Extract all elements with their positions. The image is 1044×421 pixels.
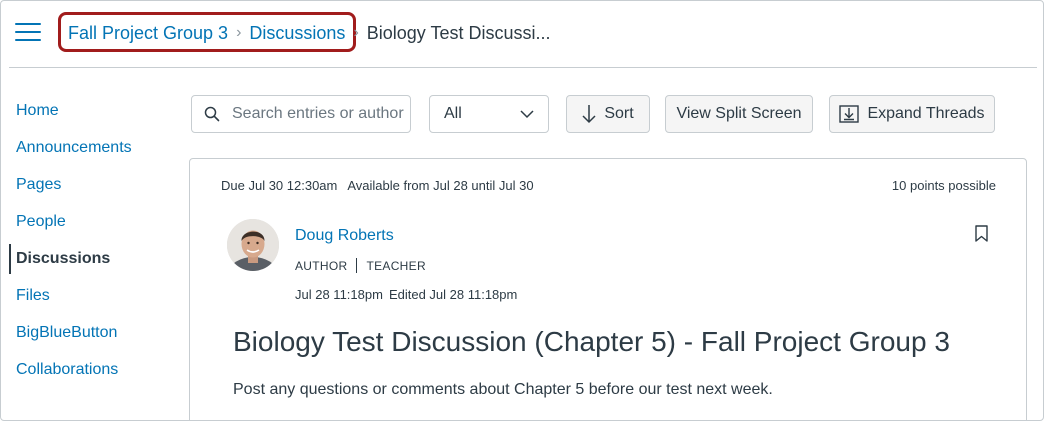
breadcrumb-discussions-link[interactable]: Discussions: [249, 23, 345, 44]
breadcrumb-current: Biology Test Discussi...: [366, 22, 551, 43]
sort-button[interactable]: Sort: [566, 95, 650, 133]
sidebar-item-files[interactable]: Files: [1, 281, 171, 318]
expand-icon: [839, 105, 860, 123]
sidebar-item-collaborations[interactable]: Collaborations: [1, 355, 171, 392]
sidebar-item-bigbluebutton[interactable]: BigBlueButton: [1, 318, 171, 355]
sidebar-item-announcements[interactable]: Announcements: [1, 133, 171, 170]
points-possible: 10 points possible: [891, 178, 996, 193]
role-teacher: TEACHER: [366, 258, 426, 273]
breadcrumb-course-link[interactable]: Fall Project Group 3: [68, 23, 228, 44]
sidebar-item-pages[interactable]: Pages: [1, 170, 171, 207]
top-header: Fall Project Group 3 › Discussions › Bio…: [1, 1, 1043, 67]
avatar[interactable]: [227, 219, 279, 271]
chevron-down-icon: [520, 110, 534, 119]
role-author: AUTHOR: [295, 258, 348, 273]
view-split-screen-button[interactable]: View Split Screen: [665, 95, 813, 133]
filter-select-value: All: [444, 105, 462, 122]
expand-threads-label: Expand Threads: [867, 105, 985, 122]
search-input[interactable]: [230, 104, 409, 124]
breadcrumb: Fall Project Group 3 › Discussions › Bio…: [68, 21, 551, 45]
sort-button-label: Sort: [604, 105, 634, 122]
hamburger-menu-icon[interactable]: [15, 23, 41, 43]
sidebar-item-people[interactable]: People: [1, 207, 171, 244]
search-icon: [204, 106, 220, 122]
search-field[interactable]: [191, 95, 411, 133]
filter-select[interactable]: All: [429, 95, 549, 133]
header-divider: [9, 67, 1037, 68]
posted-date: Jul 28 11:18pm: [295, 287, 383, 302]
author-name-link[interactable]: Doug Roberts: [295, 227, 394, 245]
post-timestamps: Jul 28 11:18pm Edited Jul 28 11:18pm: [295, 287, 517, 302]
edited-date: Edited Jul 28 11:18pm: [388, 287, 518, 302]
topic-availability: Due Jul 30 12:30am Available from Jul 28 …: [221, 178, 534, 193]
author-avatar-image: [227, 219, 279, 271]
topic-message: Post any questions or comments about Cha…: [233, 381, 773, 398]
bookmark-icon[interactable]: [975, 225, 988, 242]
author-roles: AUTHOR TEACHER: [295, 258, 426, 273]
breadcrumb-separator-icon: ›: [353, 24, 359, 41]
breadcrumb-separator-icon: ›: [236, 24, 242, 41]
topic-title: Biology Test Discussion (Chapter 5) - Fa…: [233, 326, 950, 357]
due-date: Due Jul 30 12:30am: [221, 178, 338, 193]
view-split-screen-label: View Split Screen: [676, 105, 802, 122]
app-window: Fall Project Group 3 › Discussions › Bio…: [0, 0, 1044, 421]
sidebar-item-discussions[interactable]: Discussions: [1, 244, 171, 281]
course-navigation: Home Announcements Pages People Discussi…: [1, 96, 171, 392]
expand-threads-button[interactable]: Expand Threads: [829, 95, 995, 133]
arrow-down-icon: [582, 105, 596, 124]
availability-range: Available from Jul 28 until Jul 30: [347, 178, 534, 193]
discussion-topic-card: Due Jul 30 12:30am Available from Jul 28 …: [189, 158, 1027, 420]
role-divider: [356, 258, 358, 273]
sidebar-item-home[interactable]: Home: [1, 96, 171, 133]
